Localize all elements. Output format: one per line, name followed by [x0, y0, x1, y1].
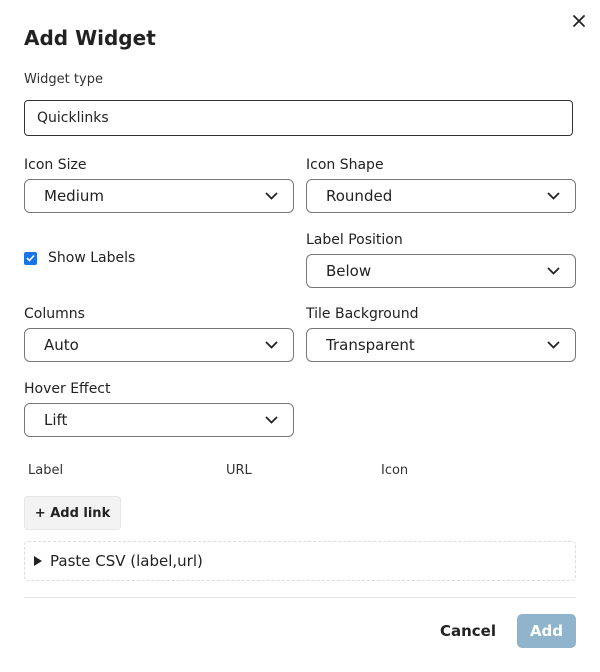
chevron-down-icon — [547, 340, 561, 350]
widget-type-label: Widget type — [24, 72, 103, 87]
close-icon — [573, 15, 585, 27]
tile-background-select[interactable]: Transparent — [306, 328, 576, 362]
chevron-down-icon — [547, 191, 561, 201]
show-labels-row: Show Labels — [24, 250, 135, 266]
widget-type-input[interactable] — [24, 100, 573, 136]
icon-size-label: Icon Size — [24, 157, 87, 173]
tile-background-value: Transparent — [326, 336, 415, 354]
close-button[interactable] — [568, 10, 590, 32]
cancel-button[interactable]: Cancel — [432, 614, 504, 648]
icon-size-value: Medium — [44, 187, 104, 205]
chevron-down-icon — [265, 191, 279, 201]
icon-shape-value: Rounded — [326, 187, 393, 205]
icon-shape-label: Icon Shape — [306, 157, 384, 173]
show-labels-checkbox[interactable] — [24, 251, 37, 265]
chevron-down-icon — [265, 415, 279, 425]
show-labels-label: Show Labels — [48, 250, 136, 266]
links-header-icon: Icon — [381, 463, 409, 478]
hover-effect-select[interactable]: Lift — [24, 403, 294, 437]
icon-shape-select[interactable]: Rounded — [306, 179, 576, 213]
chevron-down-icon — [265, 340, 279, 350]
columns-label: Columns — [24, 306, 85, 322]
label-position-select[interactable]: Below — [306, 254, 576, 288]
icon-size-select[interactable]: Medium — [24, 179, 294, 213]
paste-csv-label: Paste CSV (label,url) — [50, 552, 203, 570]
add-button[interactable]: Add — [517, 614, 576, 648]
disclosure-triangle-icon — [34, 556, 42, 566]
hover-effect-value: Lift — [44, 411, 68, 429]
hover-effect-label: Hover Effect — [24, 381, 111, 397]
paste-csv-toggle[interactable]: Paste CSV (label,url) — [24, 541, 576, 581]
add-widget-dialog: Add Widget Widget type Icon Size Medium … — [0, 0, 600, 672]
dialog-title: Add Widget — [24, 26, 156, 50]
footer-divider — [24, 597, 576, 598]
checkmark-icon — [26, 254, 35, 262]
add-link-button[interactable]: + Add link — [24, 496, 121, 530]
label-position-value: Below — [326, 262, 372, 280]
columns-value: Auto — [44, 336, 79, 354]
links-header-label: Label — [28, 463, 64, 478]
chevron-down-icon — [547, 266, 561, 276]
label-position-label: Label Position — [306, 232, 403, 248]
columns-select[interactable]: Auto — [24, 328, 294, 362]
links-header-url: URL — [226, 463, 252, 478]
tile-background-label: Tile Background — [306, 306, 419, 322]
